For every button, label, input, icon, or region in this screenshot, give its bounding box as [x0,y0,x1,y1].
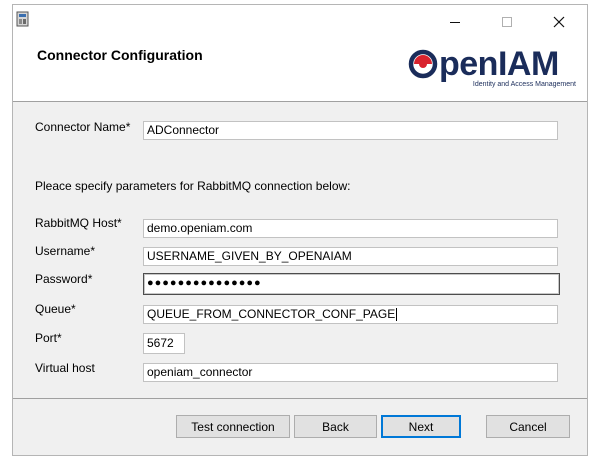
back-button[interactable]: Back [294,415,377,438]
username-label: Username* [35,244,96,258]
connector-name-label: Connector Name* [35,120,131,134]
close-button[interactable] [538,8,580,36]
rabbitmq-host-input[interactable]: demo.openiam.com [143,219,558,238]
openiam-logo: penIAM Identity and Access Management [408,44,578,96]
next-button[interactable]: Next [381,415,461,438]
port-label: Port* [35,331,62,345]
logo-tagline: Identity and Access Management [472,81,576,88]
test-connection-button[interactable]: Test connection [176,415,290,438]
password-label: Password* [35,272,93,286]
installer-app-icon [16,11,29,27]
logo-o-mark-icon [408,49,438,79]
virtual-host-input[interactable]: openiam_connector [143,363,558,382]
username-input[interactable]: USERNAME_GIVEN_BY_OPENAIAM [143,247,558,266]
queue-input[interactable]: QUEUE_FROM_CONNECTOR_CONF_PAGE [143,305,558,324]
instructions-text: Pleace specify parameters for RabbitMQ c… [35,179,351,193]
queue-input-value: QUEUE_FROM_CONNECTOR_CONF_PAGE [147,307,396,321]
cancel-button[interactable]: Cancel [486,415,570,438]
port-input[interactable]: 5672 [143,333,185,354]
password-input[interactable]: ●●●●●●●●●●●●●●● [143,273,560,295]
close-icon [553,16,565,28]
queue-label: Queue* [35,302,76,316]
minimize-button[interactable] [434,8,476,36]
text-caret [396,308,398,322]
virtual-host-label: Virtual host [35,361,95,375]
minimize-icon [450,22,460,23]
logo-wordmark: penIAM [439,45,559,83]
rabbitmq-host-label: RabbitMQ Host* [35,216,122,230]
maximize-icon [502,17,512,27]
page-title: Connector Configuration [37,47,203,63]
maximize-button [486,8,528,36]
connector-name-input[interactable]: ADConnector [143,121,558,140]
